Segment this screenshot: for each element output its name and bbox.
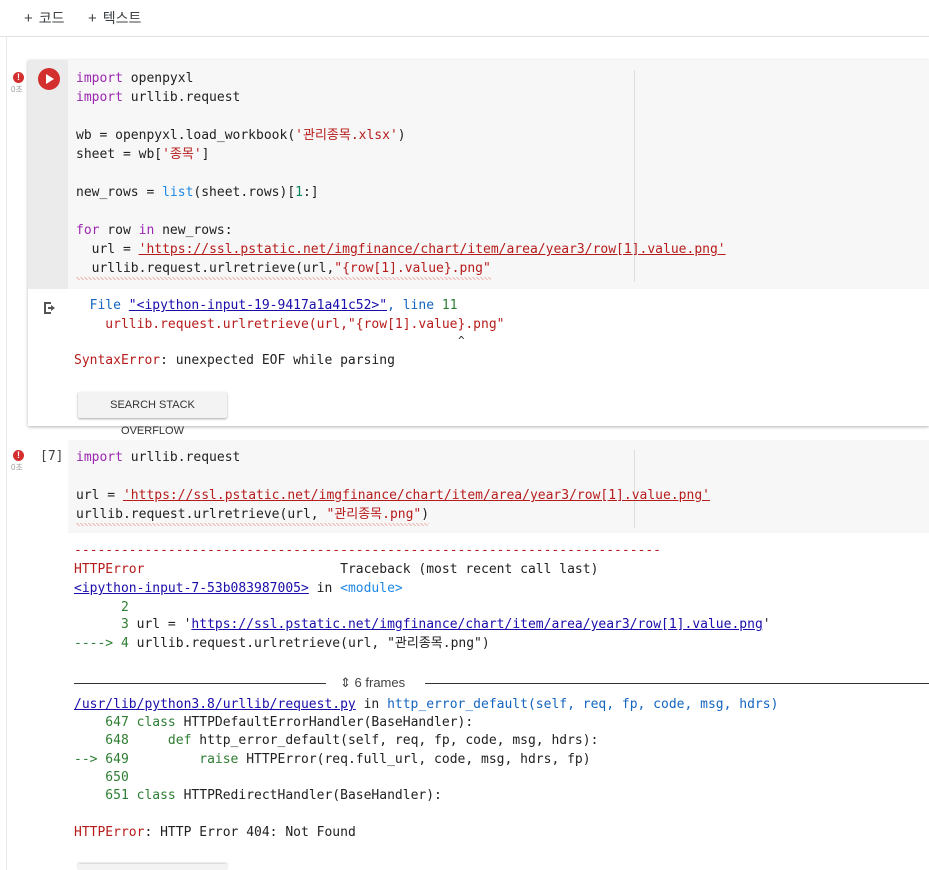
- expand-icon: ⇕: [340, 675, 351, 690]
- traceback-input-line: <ipython-input-7-53b083987005> in <modul…: [74, 581, 403, 596]
- notebook-toolbar: + 코드 + 텍스트: [0, 0, 929, 37]
- traceback-code: 650: [74, 770, 129, 785]
- code-line: import openpyxl: [76, 71, 194, 86]
- path-link[interactable]: /usr/lib/python3.8/urllib/request.py: [74, 697, 356, 712]
- code-line: sheet = wb['종목']: [76, 147, 210, 162]
- code-line: import urllib.request: [76, 90, 241, 105]
- traceback-file-line: File "<ipython-input-19-9417a1a41c52>", …: [74, 298, 458, 313]
- traceback-code: 647 class HTTPDefaultErrorHandler(BaseHa…: [74, 715, 474, 730]
- frames-toggle[interactable]: ⇕ 6 frames: [340, 675, 405, 691]
- code-line: new_rows = list(sheet.rows)[1:]: [76, 185, 319, 200]
- traceback-code: --> 649 raise HTTPError(req.full_url, co…: [74, 752, 591, 767]
- plus-icon: +: [88, 10, 97, 27]
- url-link[interactable]: https://ssl.pstatic.net/imgfinance/chart…: [191, 617, 762, 632]
- code-line-error: urllib.request.urlretrieve(url, "관리종목.pn…: [76, 505, 430, 526]
- code-line: wb = openpyxl.load_workbook('관리종목.xlsx'): [76, 128, 406, 143]
- input-link[interactable]: <ipython-input-7-53b083987005>: [74, 581, 309, 596]
- code-line: for row in new_rows:: [76, 223, 233, 238]
- plus-icon: +: [24, 10, 33, 27]
- error-message: HTTPError: HTTP Error 404: Not Found: [74, 825, 356, 840]
- traceback-code: 648 def http_error_default(self, req, fp…: [74, 733, 599, 748]
- execution-time: 0초: [11, 85, 23, 94]
- search-stack-overflow-button[interactable]: [78, 864, 227, 870]
- search-stack-overflow-button[interactable]: SEARCH STACK OVERFLOW: [78, 392, 227, 437]
- error-icon: !: [13, 72, 24, 83]
- left-rule: [6, 36, 7, 870]
- add-code-button[interactable]: + 코드: [24, 8, 65, 28]
- execution-time: 0초: [11, 463, 23, 472]
- code-line: import urllib.request: [76, 450, 241, 465]
- output-icon[interactable]: [42, 300, 58, 316]
- code-line: url = 'https://ssl.pstatic.net/imgfinanc…: [76, 242, 726, 257]
- traceback-header: HTTPError Traceback (most recent call la…: [74, 562, 599, 577]
- execution-count[interactable]: [7]: [40, 449, 63, 464]
- error-message: SyntaxError: unexpected EOF while parsin…: [74, 353, 395, 368]
- add-text-button[interactable]: + 텍스트: [88, 8, 141, 28]
- traceback-divider: ----------------------------------------…: [74, 543, 661, 558]
- code-line: url = 'https://ssl.pstatic.net/imgfinanc…: [76, 488, 710, 503]
- traceback-code: 3 url = 'https://ssl.pstatic.net/imgfina…: [74, 617, 771, 632]
- traceback-code: ----> 4 urllib.request.urlretrieve(url, …: [74, 636, 490, 651]
- error-icon: !: [13, 450, 24, 461]
- run-gutter: [28, 60, 68, 289]
- code-line-error: urllib.request.urlretrieve(url,"{row[1].…: [76, 259, 491, 280]
- traceback-code: 651 class HTTPRedirectHandler(BaseHandle…: [74, 788, 442, 803]
- frames-divider: [425, 683, 929, 684]
- traceback-path-line: /usr/lib/python3.8/urllib/request.py in …: [74, 697, 779, 712]
- traceback-file-link[interactable]: "<ipython-input-19-9417a1a41c52>": [129, 298, 387, 313]
- run-cell-button[interactable]: [38, 68, 60, 90]
- frames-divider: [74, 683, 326, 684]
- traceback-code-echo: urllib.request.urlretrieve(url,"{row[1].…: [74, 317, 505, 332]
- error-caret: ^: [458, 334, 465, 347]
